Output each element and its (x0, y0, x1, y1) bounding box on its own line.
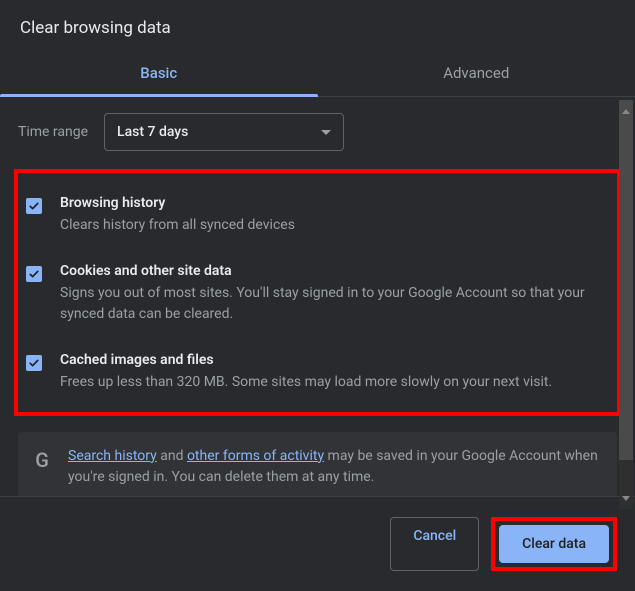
option-browsing-history[interactable]: Browsing history Clears history from all… (22, 187, 609, 255)
option-title: Browsing history (60, 195, 601, 211)
other-activity-link[interactable]: other forms of activity (187, 448, 324, 464)
tab-label: Basic (140, 64, 177, 82)
google-account-info: G Search history and other forms of acti… (18, 432, 617, 496)
info-text: Search history and other forms of activi… (68, 446, 601, 489)
option-cookies[interactable]: Cookies and other site data Signs you ou… (22, 255, 609, 344)
check-icon (28, 357, 40, 369)
chevron-up-icon (622, 109, 630, 114)
time-range-row: Time range Last 7 days (18, 113, 617, 151)
clear-data-button[interactable]: Clear data (499, 525, 609, 563)
tab-basic[interactable]: Basic (0, 52, 318, 96)
dialog-title: Clear browsing data (0, 0, 635, 52)
clear-browsing-data-dialog: Clear browsing data Basic Advanced Time … (0, 0, 635, 591)
option-title: Cached images and files (60, 352, 601, 368)
scroll-up-button[interactable] (619, 104, 633, 118)
option-cache[interactable]: Cached images and files Frees up less th… (22, 344, 609, 398)
option-desc: Frees up less than 320 MB. Some sites ma… (60, 372, 601, 394)
clear-data-highlight: Clear data (491, 517, 617, 571)
checkbox-browsing-history[interactable] (26, 198, 42, 214)
option-title: Cookies and other site data (60, 263, 601, 279)
search-history-link[interactable]: Search history (68, 448, 157, 464)
chevron-down-icon (622, 496, 630, 501)
tabs: Basic Advanced (0, 52, 635, 97)
options-highlight: Browsing history Clears history from all… (14, 169, 621, 416)
chevron-down-icon (321, 130, 331, 135)
option-desc: Signs you out of most sites. You'll stay… (60, 283, 601, 326)
time-range-select[interactable]: Last 7 days (104, 113, 344, 151)
checkbox-cache[interactable] (26, 355, 42, 371)
google-logo-icon: G (30, 446, 54, 489)
check-icon (28, 200, 40, 212)
dialog-body: Time range Last 7 days Browsing history … (0, 97, 635, 496)
scroll-down-button[interactable] (619, 491, 633, 505)
tab-label: Advanced (443, 64, 509, 82)
time-range-value: Last 7 days (117, 124, 188, 140)
checkbox-cookies[interactable] (26, 266, 42, 282)
check-icon (28, 268, 40, 280)
dialog-footer: Cancel Clear data (0, 496, 635, 591)
tab-advanced[interactable]: Advanced (318, 52, 635, 96)
cancel-button[interactable]: Cancel (390, 517, 479, 571)
scrollbar-thumb[interactable] (619, 100, 633, 460)
time-range-label: Time range (18, 124, 88, 140)
option-desc: Clears history from all synced devices (60, 215, 601, 237)
